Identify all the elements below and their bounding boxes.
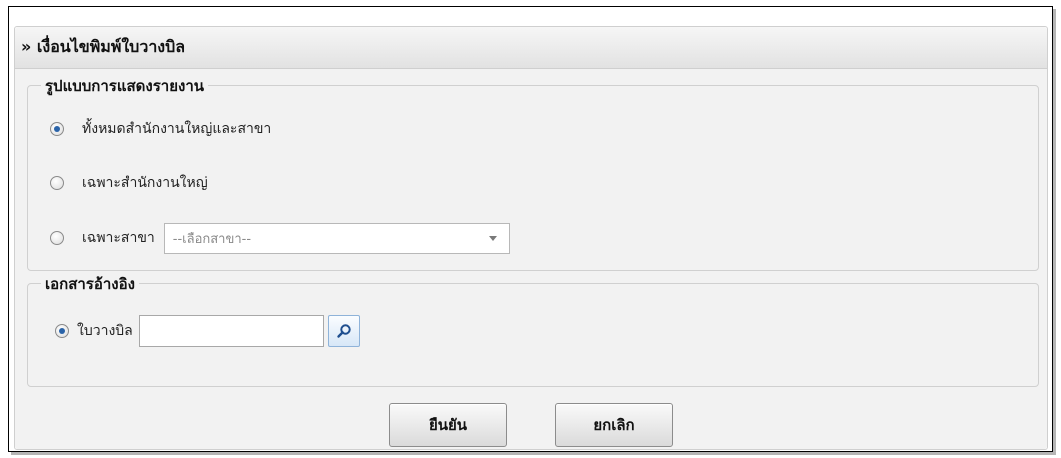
invoice-number-input[interactable] [138,315,324,347]
panel-header: » เงื่อนไขพิมพ์ใบวางบิล [15,27,1047,69]
reference-document-legend: เอกสารอ้างอิง [41,274,139,294]
branch-select-value: --เลือกสาขา-- [172,231,252,247]
panel-body: รูปแบบการแสดงรายงาน ทั้งหมดสำนักงานใหญ่แ… [15,69,1047,449]
option-branch-only-label: เฉพาะสาขา [82,230,155,246]
option-invoice[interactable]: ใบวางบิล [55,314,360,348]
branch-select[interactable]: --เลือกสาขา-- [163,222,510,254]
panel-title: » เงื่อนไขพิมพ์ใบวางบิล [21,37,186,56]
option-all-branches-label: ทั้งหมดสำนักงานใหญ่และสาขา [82,121,272,137]
option-head-office-only-label: เฉพาะสำนักงานใหญ่ [82,175,208,191]
radio-all-branches[interactable] [50,122,64,136]
dialog-window: » เงื่อนไขพิมพ์ใบวางบิล รูปแบบการแสดงราย… [8,6,1053,452]
print-conditions-panel: » เงื่อนไขพิมพ์ใบวางบิล รูปแบบการแสดงราย… [14,26,1048,450]
search-icon [337,324,351,338]
radio-head-office-only[interactable] [50,176,64,190]
chevron-down-icon [488,235,497,241]
option-all-branches[interactable]: ทั้งหมดสำนักงานใหญ่และสาขา [50,118,271,140]
search-button[interactable] [327,315,360,347]
report-format-fieldset: รูปแบบการแสดงรายงาน ทั้งหมดสำนักงานใหญ่แ… [27,76,1039,271]
reference-document-fieldset: เอกสารอ้างอิง ใบวางบิล [27,274,1039,387]
cancel-button[interactable]: ยกเลิก [555,403,673,447]
option-head-office-only[interactable]: เฉพาะสำนักงานใหญ่ [50,172,208,194]
radio-branch-only[interactable] [50,231,64,245]
option-branch-only[interactable]: เฉพาะสาขา --เลือกสาขา-- [50,222,510,254]
option-invoice-label: ใบวางบิล [77,323,133,339]
radio-invoice[interactable] [55,324,69,338]
confirm-button[interactable]: ยืนยัน [389,403,507,447]
report-format-legend: รูปแบบการแสดงรายงาน [41,76,209,96]
